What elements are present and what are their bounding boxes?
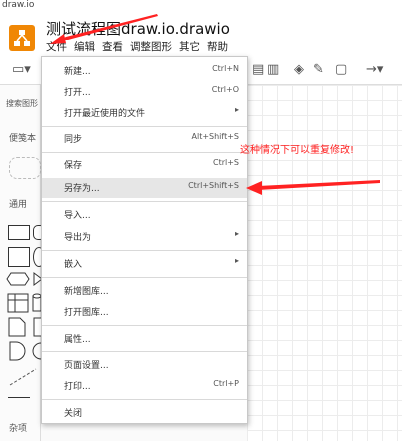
arrow-to-save-as-icon: [246, 180, 380, 195]
annotation-arrows: [50, 14, 380, 195]
arrow-to-file-menu-icon: [50, 14, 158, 44]
